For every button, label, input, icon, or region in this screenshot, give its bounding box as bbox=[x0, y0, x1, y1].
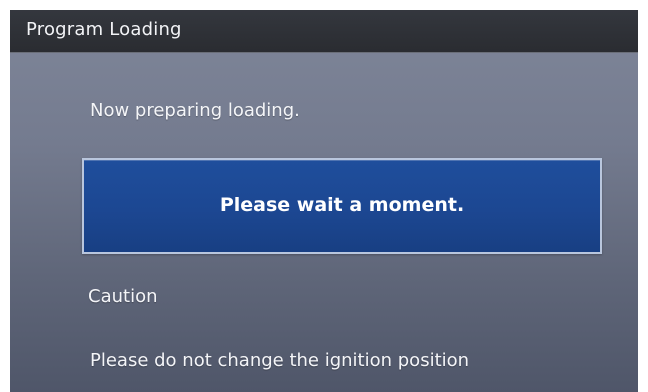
status-message: Now preparing loading. bbox=[90, 100, 300, 121]
title-bar: Program Loading bbox=[10, 10, 638, 53]
wait-message-box: Please wait a moment. bbox=[82, 158, 602, 254]
wait-message-text: Please wait a moment. bbox=[219, 194, 465, 216]
window-title: Program Loading bbox=[26, 19, 182, 40]
caution-heading: Caution bbox=[88, 286, 158, 307]
caution-message: Please do not change the ignition positi… bbox=[90, 350, 470, 371]
display-frame: Program Loading Now preparing loading. P… bbox=[0, 0, 648, 392]
loading-screen: Program Loading Now preparing loading. P… bbox=[10, 10, 638, 392]
